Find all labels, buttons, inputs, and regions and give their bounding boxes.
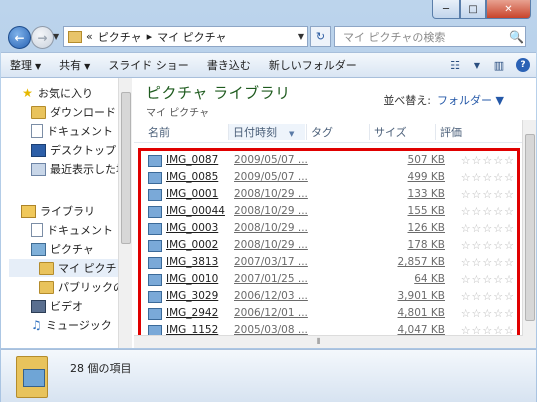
scrollbar-grip-icon[interactable]: ⦀	[317, 337, 321, 347]
sidebar-item-label: ドキュメント	[47, 224, 113, 237]
sidebar-item-label: ミュージック	[46, 319, 112, 332]
search-box[interactable]: マイ ピクチャの検索 🔍	[334, 26, 526, 47]
sidebar-item-label: お気に入り	[38, 87, 93, 100]
sidebar-item-label: ダウンロード	[50, 106, 116, 119]
column-header-rating[interactable]: 評価	[435, 124, 510, 140]
folder-icon	[39, 261, 54, 275]
details-pane: 28 個の項目	[1, 349, 536, 402]
column-headers: 名前 日付時刻 ▼ タグ サイズ 評価	[134, 120, 523, 143]
sidebar-item-recent-places[interactable]: 最近表示した場所	[31, 160, 118, 178]
sidebar-item-music[interactable]: ♫ ミュージック	[31, 316, 118, 334]
address-segment-my-pictures[interactable]: マイ ピクチャ	[157, 29, 226, 45]
refresh-icon: ↻	[315, 30, 326, 43]
sidebar-item-label: パブリックのピ	[58, 281, 118, 294]
star-icon: ★	[22, 85, 33, 100]
forward-arrow-icon: →	[37, 30, 48, 45]
sidebar-item-my-pictures[interactable]: マイ ピクチャ	[9, 259, 118, 277]
sidebar-item-label: ピクチャ	[50, 243, 94, 256]
sidebar-item-videos[interactable]: ビデオ	[31, 297, 118, 315]
address-bar[interactable]: « ピクチャ ▸ マイ ピクチャ ▼	[63, 26, 308, 47]
sidebar-item-pictures[interactable]: ピクチャ	[31, 240, 118, 258]
highlight-box	[138, 148, 520, 339]
scrollbar-thumb[interactable]	[525, 134, 535, 321]
sidebar-item-libraries[interactable]: ライブラリ	[21, 202, 118, 220]
folder-icon	[39, 280, 54, 294]
document-icon	[31, 223, 43, 237]
navigation-bar: ← → ▼ « ピクチャ ▸ マイ ピクチャ ▼ ↻ マイ ピクチャの検索 🔍	[0, 24, 537, 50]
address-separator[interactable]: ▸	[147, 30, 153, 43]
minimize-button[interactable]: ─	[432, 0, 460, 19]
folder-icon	[68, 30, 82, 43]
address-overflow[interactable]: «	[86, 30, 93, 43]
sidebar-item-label: ライブラリ	[40, 205, 95, 218]
document-icon	[31, 124, 43, 138]
pictures-folder-icon	[16, 356, 48, 398]
explorer-window: ─ □ ✕ ← → ▼ « ピクチャ ▸ マイ ピクチャ ▼ ↻ マイ ピクチャ…	[0, 0, 537, 402]
help-icon[interactable]: ?	[516, 58, 530, 72]
library-title: ピクチャ ライブラリ	[146, 84, 291, 102]
sidebar-item-documents[interactable]: ドキュメント	[31, 122, 118, 140]
column-header-date[interactable]: 日付時刻 ▼	[228, 124, 305, 140]
horizontal-scrollbar[interactable]: ⦀	[134, 335, 523, 348]
file-list-scrollbar[interactable]	[522, 120, 536, 348]
recent-places-icon	[31, 162, 46, 176]
address-segment-pictures[interactable]: ピクチャ	[98, 29, 142, 45]
library-header: ピクチャ ライブラリ マイ ピクチャ	[146, 82, 291, 119]
maximize-button[interactable]: □	[460, 0, 486, 19]
sidebar-item-label: 最近表示した場所	[50, 163, 118, 176]
arrange-by: 並べ替え: フォルダー ▼	[383, 92, 504, 108]
history-dropdown-icon[interactable]: ▼	[53, 32, 59, 41]
back-button[interactable]: ←	[8, 26, 31, 49]
views-icon[interactable]: ☷	[444, 59, 466, 72]
music-icon: ♫	[31, 318, 42, 332]
forward-button[interactable]: →	[31, 26, 54, 49]
sidebar-item-label: ビデオ	[50, 300, 83, 313]
new-folder-button[interactable]: 新しいフォルダー	[260, 57, 366, 73]
organize-button[interactable]: 整理 ▼	[1, 57, 50, 73]
sidebar-item-desktop[interactable]: デスクトップ	[31, 141, 118, 159]
sidebar-item-library-documents[interactable]: ドキュメント	[31, 221, 118, 239]
folder-icon	[31, 105, 46, 119]
burn-button[interactable]: 書き込む	[198, 57, 260, 73]
chevron-down-icon: ▼	[84, 62, 91, 71]
video-icon	[31, 299, 46, 313]
desktop-icon	[31, 143, 46, 157]
column-header-size[interactable]: サイズ	[369, 124, 436, 140]
pictures-icon	[31, 242, 46, 256]
sort-indicator-icon: ▼	[289, 130, 295, 138]
column-header-name[interactable]: 名前	[144, 124, 170, 140]
sidebar-item-public-pictures[interactable]: パブリックのピ	[39, 278, 118, 296]
client-area: ★ お気に入り ダウンロード ドキュメント デスクトップ 最近表示した場所 ライブ…	[1, 78, 536, 348]
sidebar-item-downloads[interactable]: ダウンロード	[31, 103, 118, 121]
search-input[interactable]: マイ ピクチャの検索	[335, 29, 509, 45]
address-dropdown-icon[interactable]: ▼	[298, 32, 304, 41]
sidebar-item-favorites[interactable]: ★ お気に入り	[21, 84, 118, 102]
item-count: 28 個の項目	[70, 362, 132, 375]
preview-pane-icon[interactable]: ▥	[488, 59, 510, 72]
sidebar-item-label: マイ ピクチャ	[58, 262, 118, 275]
arrange-by-dropdown[interactable]: フォルダー ▼	[437, 94, 504, 107]
close-button[interactable]: ✕	[486, 0, 531, 19]
command-bar: 整理 ▼ 共有 ▼ スライド ショー 書き込む 新しいフォルダー ☷ ▼ ▥ ?	[1, 52, 536, 78]
caption-buttons: ─ □ ✕	[432, 0, 531, 19]
search-icon[interactable]: 🔍	[509, 30, 525, 44]
slideshow-button[interactable]: スライド ショー	[99, 57, 198, 73]
refresh-button[interactable]: ↻	[310, 26, 331, 47]
file-list-pane: ピクチャ ライブラリ マイ ピクチャ 並べ替え: フォルダー ▼ 名前 日付時刻 ▼…	[134, 78, 536, 348]
column-header-tags[interactable]: タグ	[306, 124, 371, 140]
library-subtitle: マイ ピクチャ	[146, 108, 210, 119]
share-button[interactable]: 共有 ▼	[50, 57, 99, 73]
navigation-scrollbar[interactable]	[118, 78, 132, 348]
views-dropdown-icon[interactable]: ▼	[466, 61, 488, 70]
library-icon	[21, 204, 36, 218]
scrollbar-thumb[interactable]	[121, 92, 131, 244]
sidebar-item-label: ドキュメント	[47, 125, 113, 138]
sidebar-item-label: デスクトップ	[50, 144, 116, 157]
arrange-by-label: 並べ替え:	[383, 94, 432, 107]
chevron-down-icon: ▼	[35, 62, 42, 71]
back-arrow-icon: ←	[14, 30, 25, 45]
navigation-pane: ★ お気に入り ダウンロード ドキュメント デスクトップ 最近表示した場所 ライブ…	[1, 78, 119, 348]
